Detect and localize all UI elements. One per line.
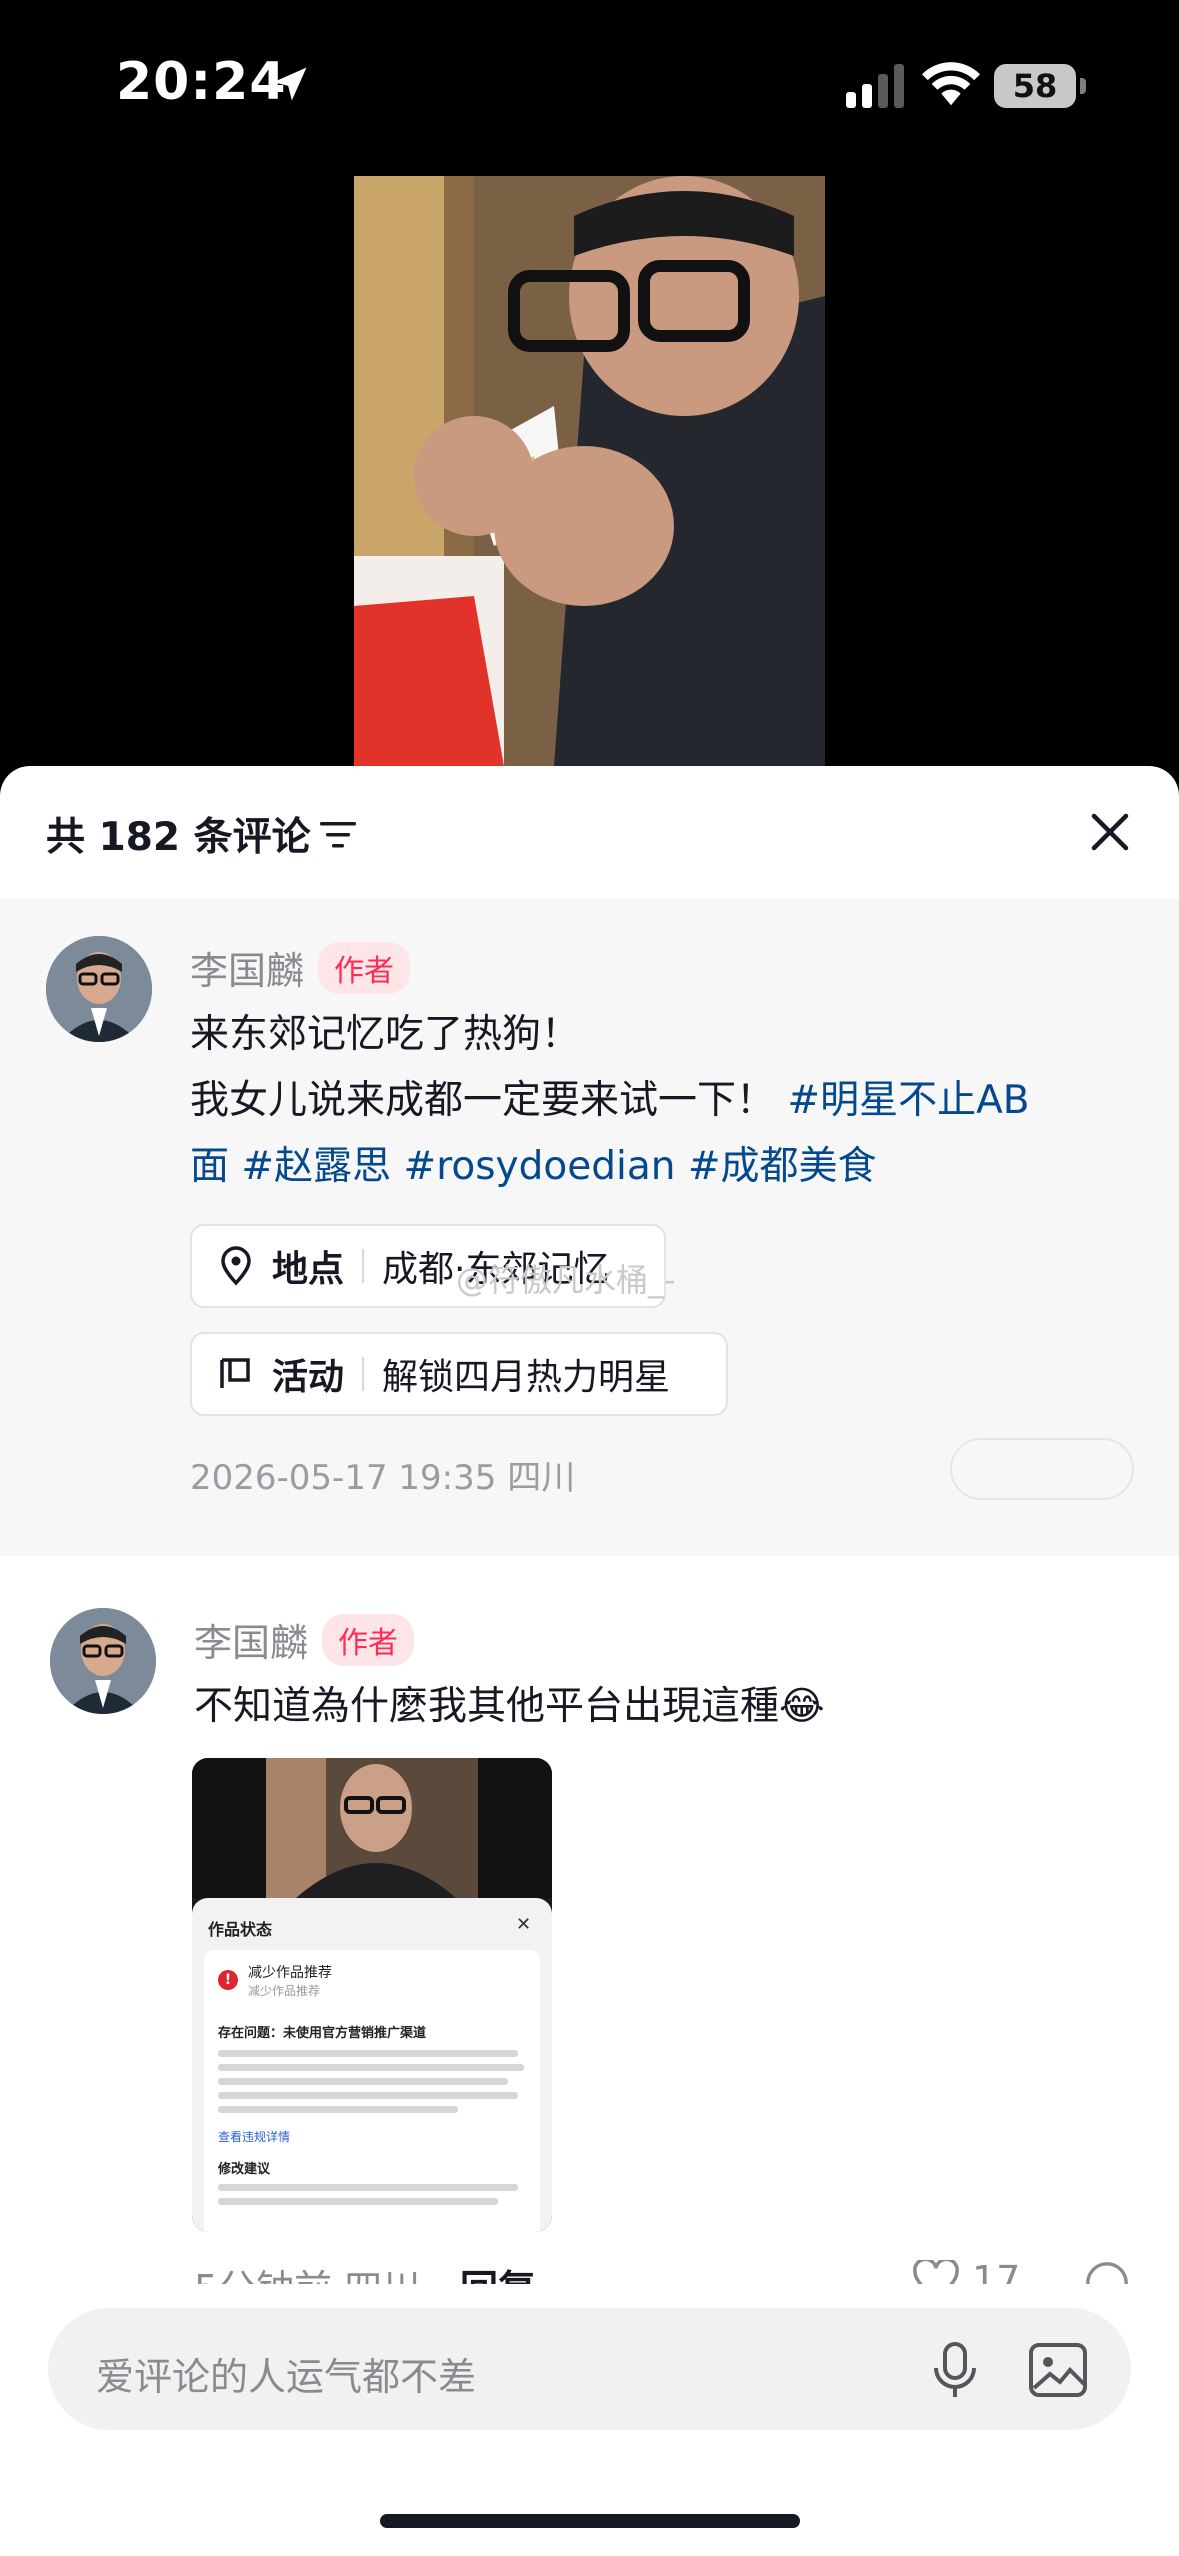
watermark: @符傲凡水桶_- (456, 1261, 676, 1299)
text-line (218, 2064, 524, 2071)
author-badge: 作者 (322, 1613, 415, 1666)
comment-input-bar[interactable]: 爱评论的人运气都不差 (48, 2308, 1131, 2430)
notice-subtitle: 减少作品推荐 (248, 1984, 321, 1998)
hashtag-link[interactable]: #成都美食 (688, 1144, 877, 1189)
author-name[interactable]: 李国麟 (194, 1612, 308, 1667)
battery-icon: 58 (994, 64, 1076, 108)
cellular-signal-icon (846, 64, 904, 108)
reply-button[interactable]: 回复 (460, 2258, 536, 2284)
heart-icon[interactable] (912, 2260, 960, 2284)
pinned-text: 来东郊记忆吃了热狗！ 我女儿说来成都一定要来试一下！ #明星不止AB 面 #赵露… (190, 1002, 1130, 1200)
activity-chip-value: 解锁四月热力明星 (382, 1357, 671, 1398)
pinned-line-1: 来东郊记忆吃了热狗！ (190, 1012, 581, 1057)
pinned-line-2: 我女儿说来成都一定要来试一下！ #明星不止AB (190, 1068, 1130, 1134)
status-time: 20:24 (116, 52, 287, 112)
comment-image-portrait (266, 1758, 478, 1898)
location-pin-icon (221, 1246, 251, 1286)
text-line (218, 2198, 498, 2205)
location-arrow-icon (273, 67, 307, 101)
video-thumbnail[interactable] (354, 176, 825, 766)
text-line (218, 2092, 518, 2099)
comment-author-row: 李国麟 作者 (194, 1612, 415, 1667)
hashtag-link[interactable]: 面 (190, 1144, 229, 1189)
status-card: ! 减少作品推荐 减少作品推荐 存在问题：未使用官方营销推广渠道 查看违规详情 … (204, 1950, 540, 2232)
hashtag-link[interactable]: #赵露思 (241, 1144, 391, 1189)
more-options-icon[interactable] (1084, 2260, 1130, 2284)
pinned-action-button[interactable] (950, 1438, 1134, 1500)
hashtag-link[interactable]: #明星不止AB (787, 1078, 1029, 1123)
avatar-portrait (50, 1608, 156, 1714)
battery-tip (1080, 78, 1086, 94)
wifi-icon (922, 62, 980, 106)
avatar-portrait (46, 936, 152, 1042)
text-line (218, 2078, 508, 2085)
comment-image-photo (266, 1758, 478, 1898)
author-name[interactable]: 李国麟 (190, 940, 304, 995)
notice-title: 减少作品推荐 (248, 1965, 332, 1981)
pinned-line-3: 面 #赵露思 #rosydoedian #成都美食 (190, 1134, 1130, 1200)
avatar[interactable] (50, 1608, 156, 1714)
pinned-timestamp: 2026-05-17 19:35 四川 (190, 1458, 576, 1498)
hashtag-link[interactable]: #rosydoedian (404, 1144, 676, 1189)
activity-flag-icon (220, 1358, 250, 1388)
image-icon[interactable] (1028, 2342, 1088, 2398)
microphone-icon[interactable] (928, 2340, 982, 2400)
author-badge: 作者 (318, 941, 411, 994)
comment-time: 5分钟前 四川 (194, 2258, 420, 2284)
issue-title: 存在问题：未使用官方营销推广渠道 (218, 2026, 427, 2041)
pinned-line-2-text: 我女儿说来成都一定要来试一下！ (190, 1078, 776, 1123)
violation-details-link: 查看违规详情 (218, 2130, 291, 2144)
text-line (218, 2050, 518, 2057)
home-indicator[interactable] (380, 2514, 800, 2528)
comments-count: 共 182 条评论 (46, 815, 311, 860)
status-panel: 作品状态 ✕ ! 减少作品推荐 减少作品推荐 存在问题：未使用官方营销推广渠道 … (192, 1898, 552, 2232)
text-line (218, 2184, 518, 2191)
sort-lines-icon[interactable] (320, 820, 356, 850)
comments-header: 共 182 条评论 (0, 766, 1179, 899)
text-line (218, 2106, 458, 2113)
suggestion-title: 修改建议 (218, 2162, 271, 2177)
location-chip-label: 地点 (272, 1249, 345, 1290)
pinned-author-row: 李国麟 作者 (190, 940, 411, 995)
warning-icon: ! (218, 1970, 238, 1990)
status-bar: 20:24 58 (0, 0, 1179, 175)
status-panel-title: 作品状态 (208, 1920, 273, 1939)
video-frame-illustration (354, 176, 825, 766)
comment-text: 不知道為什麼我其他平台出現這種😂 (194, 1684, 825, 1729)
activity-chip-label: 活动 (272, 1357, 345, 1398)
comment-meta-row: 5分钟前 四川 回复 17 (0, 2258, 1179, 2284)
like-count: 17 (972, 2258, 1021, 2284)
comment-image[interactable]: 作品状态 ✕ ! 减少作品推荐 减少作品推荐 存在问题：未使用官方营销推广渠道 … (192, 1758, 552, 2232)
activity-chip[interactable]: 活动 解锁四月热力明星 (190, 1332, 728, 1416)
close-icon[interactable] (1086, 808, 1134, 856)
close-icon: ✕ (516, 1914, 532, 1935)
avatar[interactable] (46, 936, 152, 1042)
chip-divider (362, 1249, 365, 1283)
chip-divider (362, 1357, 365, 1391)
comment-input-placeholder[interactable]: 爱评论的人运气都不差 (96, 2346, 476, 2401)
